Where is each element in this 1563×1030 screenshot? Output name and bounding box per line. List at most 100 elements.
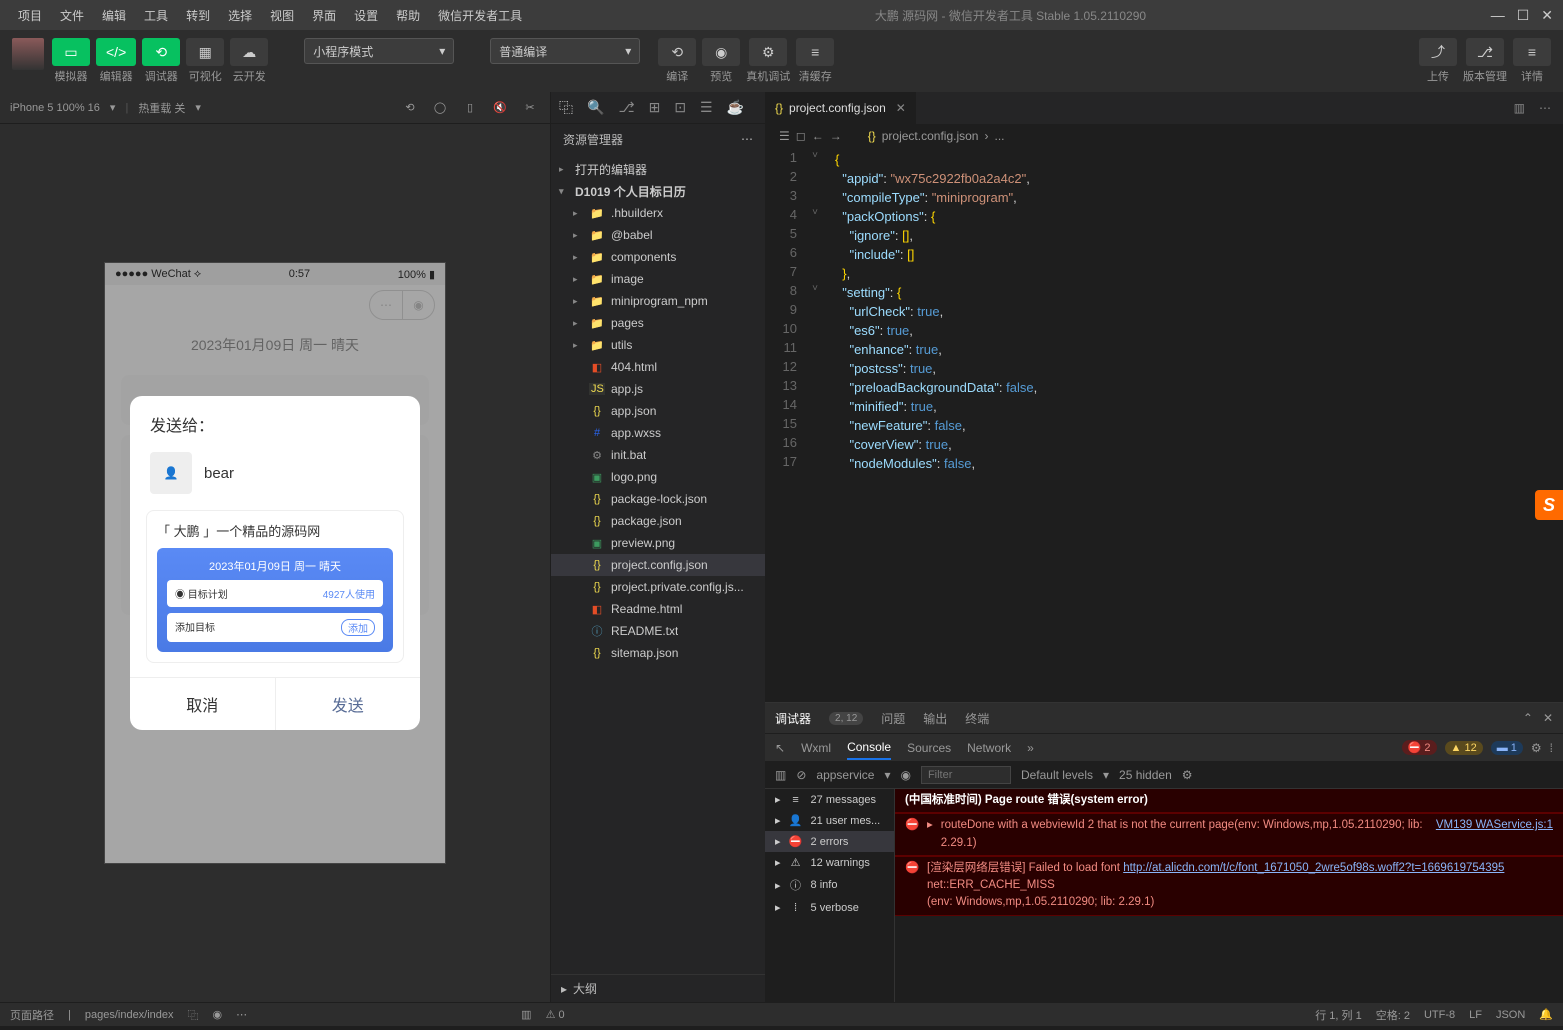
nav-fwd-icon[interactable]: → xyxy=(830,129,842,143)
cursor-position[interactable]: 行 1, 列 1 xyxy=(1315,1007,1361,1023)
console-messages[interactable]: (中国标准时间) Page route 错误(system error) ⛔ ▸… xyxy=(895,789,1563,1002)
more-icon[interactable]: ⋯ xyxy=(1539,101,1551,115)
compile-select[interactable]: 普通编译▾ xyxy=(490,38,640,64)
project-root[interactable]: ▾D1019 个人目标日历 xyxy=(551,180,765,202)
真机调试-button[interactable]: ⚙ xyxy=(749,38,787,66)
eol[interactable]: LF xyxy=(1469,1009,1482,1021)
wxml-tab[interactable]: Wxml xyxy=(801,737,831,759)
split-icon[interactable]: ▥ xyxy=(1514,101,1525,115)
output-tab[interactable]: 输出 xyxy=(923,710,947,727)
problems-tab[interactable]: 问题 xyxy=(881,710,905,727)
nav-back-icon[interactable]: ← xyxy=(812,129,824,143)
file-README.txt[interactable]: ⓘREADME.txt xyxy=(551,620,765,642)
file-app.wxss[interactable]: #app.wxss xyxy=(551,422,765,444)
menu-视图[interactable]: 视图 xyxy=(262,3,302,28)
menu-工具[interactable]: 工具 xyxy=(136,3,176,28)
eye-icon[interactable]: ◉ xyxy=(213,1008,223,1021)
cup-icon[interactable]: ☕ xyxy=(727,99,744,116)
debugger-tab[interactable]: 调试器 xyxy=(775,710,811,727)
file-utils[interactable]: ▸📁utils xyxy=(551,334,765,356)
open-editors-section[interactable]: ▸打开的编辑器 xyxy=(551,158,765,180)
eye-icon[interactable]: ◉ xyxy=(900,768,910,782)
close-icon[interactable]: ✕ xyxy=(1541,7,1553,24)
file-miniprogram_npm[interactable]: ▸📁miniprogram_npm xyxy=(551,290,765,312)
levels-select[interactable]: Default levels xyxy=(1021,768,1093,782)
more-icon[interactable]: ⋯ xyxy=(741,132,753,146)
stop-icon[interactable]: ◯ xyxy=(430,101,450,114)
search-icon[interactable]: 🔍 xyxy=(587,99,604,116)
menu-设置[interactable]: 设置 xyxy=(346,3,386,28)
menu-文件[interactable]: 文件 xyxy=(52,3,92,28)
panel-icon[interactable]: ▥ xyxy=(521,1008,531,1021)
indent-icon[interactable]: ☰ xyxy=(779,129,790,143)
bookmark-icon[interactable]: ◻ xyxy=(796,129,806,143)
console-tab[interactable]: Console xyxy=(847,736,891,760)
more-icon[interactable]: ⋯ xyxy=(236,1008,247,1021)
editor-tab[interactable]: {} project.config.json ✕ xyxy=(765,92,917,124)
language-mode[interactable]: JSON xyxy=(1496,1009,1525,1021)
breadcrumb-file[interactable]: project.config.json xyxy=(882,129,979,143)
menu-选择[interactable]: 选择 xyxy=(220,3,260,28)
menu-微信开发者工具[interactable]: 微信开发者工具 xyxy=(430,3,530,28)
filter-27 messages[interactable]: ▸≡27 messages xyxy=(765,789,894,810)
file-sitemap.json[interactable]: {}sitemap.json xyxy=(551,642,765,664)
调试器-button[interactable]: ⟲ xyxy=(142,38,180,66)
modal-send-button[interactable]: 发送 xyxy=(276,678,421,730)
user-avatar[interactable] xyxy=(12,38,44,70)
file-app.json[interactable]: {}app.json xyxy=(551,400,765,422)
filter-8 info[interactable]: ▸ⓘ8 info xyxy=(765,873,894,897)
collapse-icon[interactable]: ⌃ xyxy=(1523,711,1533,725)
file-logo.png[interactable]: ▣logo.png xyxy=(551,466,765,488)
more-tabs-icon[interactable]: » xyxy=(1027,737,1034,759)
gear-icon[interactable]: ⚙ xyxy=(1182,768,1193,782)
menu-界面[interactable]: 界面 xyxy=(304,3,344,28)
ext-icon[interactable]: ⊞ xyxy=(649,99,661,116)
模拟器-button[interactable]: ▭ xyxy=(52,38,90,66)
encoding[interactable]: UTF-8 xyxy=(1424,1009,1455,1021)
file-Readme.html[interactable]: ◧Readme.html xyxy=(551,598,765,620)
menu-帮助[interactable]: 帮助 xyxy=(388,3,428,28)
cut-icon[interactable]: ✂ xyxy=(520,101,540,114)
network-tab[interactable]: Network xyxy=(967,737,1011,759)
file-image[interactable]: ▸📁image xyxy=(551,268,765,290)
modal-cancel-button[interactable]: 取消 xyxy=(130,678,276,730)
mode-select[interactable]: 小程序模式▾ xyxy=(304,38,454,64)
indent-setting[interactable]: 空格: 2 xyxy=(1376,1007,1410,1023)
error-link[interactable]: http://at.alicdn.com/t/c/font_1671050_2w… xyxy=(1123,862,1504,874)
filter-12 warnings[interactable]: ▸⚠12 warnings xyxy=(765,852,894,873)
file-package.json[interactable]: {}package.json xyxy=(551,510,765,532)
filter-21 user mes...[interactable]: ▸👤21 user mes... xyxy=(765,810,894,831)
预览-button[interactable]: ◉ xyxy=(702,38,740,66)
sogou-badge[interactable]: S xyxy=(1535,490,1563,520)
file-preview.png[interactable]: ▣preview.png xyxy=(551,532,765,554)
file-project.private.config.js...[interactable]: {}project.private.config.js... xyxy=(551,576,765,598)
error-source-link[interactable]: VM139 WAService.js:1 xyxy=(1436,817,1553,852)
close-icon[interactable]: ✕ xyxy=(1543,711,1553,725)
dock-icon[interactable]: ⁞ xyxy=(1550,737,1553,759)
清缓存-button[interactable]: ≡ xyxy=(796,38,834,66)
branch-icon[interactable]: ⎇ xyxy=(618,99,634,116)
context-select[interactable]: appservice xyxy=(816,768,874,782)
terminal-tab[interactable]: 终端 xyxy=(965,710,989,727)
filter-2 errors[interactable]: ▸⛔2 errors xyxy=(765,831,894,852)
filter-input[interactable] xyxy=(921,766,1011,784)
filter-5 verbose[interactable]: ▸⁞5 verbose xyxy=(765,897,894,918)
详情-button[interactable]: ≡ xyxy=(1513,38,1551,66)
gear-icon[interactable]: ⚙ xyxy=(1531,737,1542,759)
menu-转到[interactable]: 转到 xyxy=(178,3,218,28)
上传-button[interactable]: ⤴ xyxy=(1419,38,1457,66)
编辑器-button[interactable]: </> xyxy=(96,38,136,66)
file-project.config.json[interactable]: {}project.config.json xyxy=(551,554,765,576)
file-@babel[interactable]: ▸📁@babel xyxy=(551,224,765,246)
page-path[interactable]: pages/index/index xyxy=(85,1009,174,1021)
minimize-icon[interactable]: — xyxy=(1491,7,1505,24)
编译-button[interactable]: ⟲ xyxy=(658,38,696,66)
file-components[interactable]: ▸📁components xyxy=(551,246,765,268)
mute-icon[interactable]: 🔇 xyxy=(490,101,510,114)
copy-icon[interactable]: ⿻ xyxy=(188,1007,199,1023)
file-package-lock.json[interactable]: {}package-lock.json xyxy=(551,488,765,510)
maximize-icon[interactable]: ☐ xyxy=(1517,7,1530,24)
hot-reload-toggle[interactable]: 热重载 关 xyxy=(138,100,185,116)
clear-icon[interactable]: ⊘ xyxy=(796,768,806,782)
phone-icon[interactable]: ▯ xyxy=(460,101,480,114)
